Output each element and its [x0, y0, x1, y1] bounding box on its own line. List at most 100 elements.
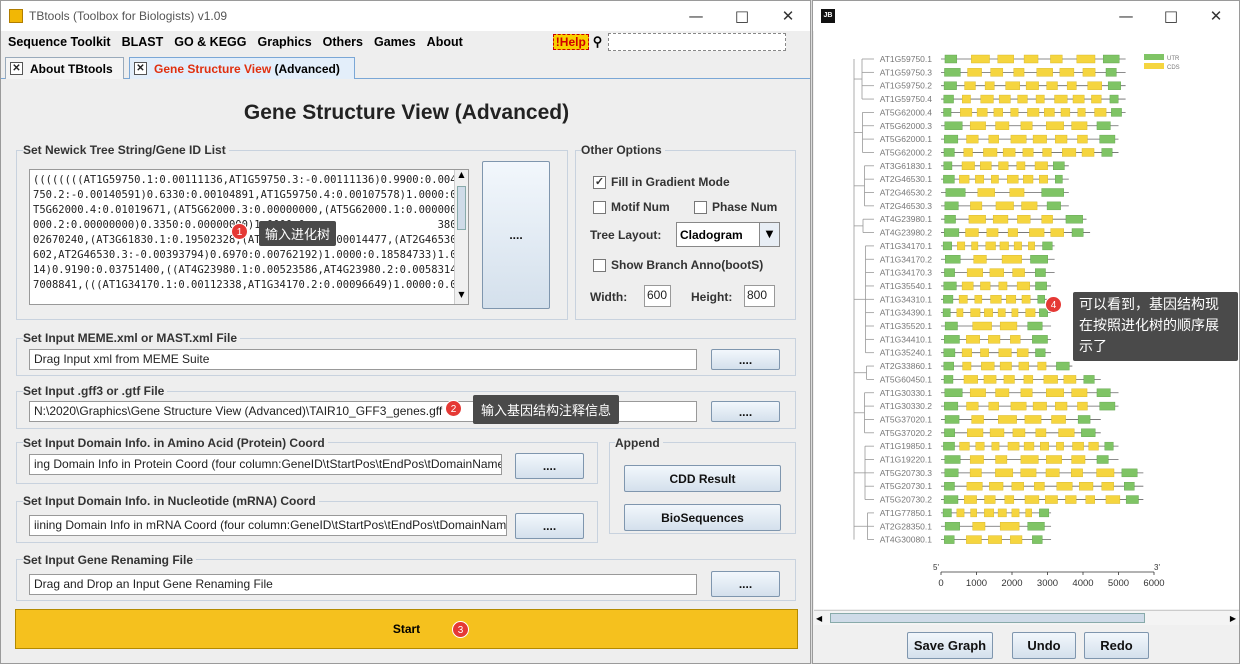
- close-icon[interactable]: ✕: [765, 1, 811, 31]
- height-label: Height:: [691, 290, 733, 304]
- minimize-icon[interactable]: —: [673, 1, 719, 31]
- width-input[interactable]: 600: [644, 285, 671, 307]
- redo-button[interactable]: Redo: [1084, 632, 1149, 659]
- domain-mrna-input[interactable]: iining Domain Info in mRNA Coord (four c…: [29, 515, 507, 536]
- jb-logo-icon: JB: [821, 9, 835, 23]
- x-axis-tick-label: 0: [938, 578, 943, 589]
- newick-textarea[interactable]: ((((((((AT1G59750.1:0.00111136,AT1G59750…: [29, 169, 469, 305]
- fill-gradient-checkbox[interactable]: ✓ Fill in Gradient Mode: [593, 175, 730, 189]
- cds-exon: [998, 348, 1012, 357]
- cds-exon: [1004, 495, 1015, 504]
- menu-graphics[interactable]: Graphics: [257, 35, 311, 49]
- cds-exon: [1058, 428, 1075, 437]
- start-button[interactable]: Start: [15, 609, 798, 649]
- meme-browse-button[interactable]: ....: [711, 349, 780, 370]
- cds-exon: [1054, 94, 1068, 104]
- gff-browse-button[interactable]: ....: [711, 401, 780, 422]
- search-input[interactable]: [608, 33, 787, 51]
- utr-exon: [943, 228, 960, 237]
- cds-exon: [986, 228, 999, 237]
- meme-label: Set Input MEME.xml or MAST.xml File: [23, 331, 241, 345]
- cds-exon: [1012, 428, 1026, 437]
- utr-exon: [1035, 268, 1046, 277]
- legend-utr-swatch: [1144, 54, 1164, 60]
- tab-close-icon[interactable]: ✕: [134, 62, 147, 75]
- domain-mrna-label: Set Input Domain Info. in Nucleotide (mR…: [23, 494, 319, 508]
- gene-label: AT1G19220.1: [880, 455, 933, 465]
- menu-about[interactable]: About: [427, 35, 463, 49]
- cds-exon: [1028, 241, 1035, 251]
- tab-gene-structure-view[interactable]: ✕ Gene Structure View (Advanced): [129, 57, 355, 79]
- cds-exon: [1013, 68, 1025, 77]
- close-icon[interactable]: ✕: [1193, 1, 1239, 31]
- chevron-down-icon[interactable]: ▼: [759, 223, 779, 246]
- biosequences-button[interactable]: BioSequences: [624, 504, 781, 531]
- domain-mrna-browse-button[interactable]: ....: [515, 513, 584, 539]
- scroll-thumb[interactable]: [457, 186, 466, 230]
- renaming-browse-button[interactable]: ....: [711, 571, 780, 597]
- gene-label: AT4G23980.1: [880, 214, 933, 224]
- utr-exon: [944, 54, 958, 64]
- menu-sequence-toolkit[interactable]: Sequence Toolkit: [8, 35, 111, 49]
- tab-close-icon[interactable]: ✕: [10, 62, 23, 75]
- menu-bar: Sequence Toolkit BLAST GO & KEGG Graphic…: [1, 31, 810, 53]
- search-icon[interactable]: ⚲: [593, 34, 603, 50]
- horizontal-scrollbar[interactable]: ◀ ▶: [814, 610, 1239, 625]
- height-input[interactable]: 800: [744, 285, 775, 307]
- maximize-icon[interactable]: □: [1148, 1, 1194, 31]
- gene-label: AT4G30080.1: [880, 535, 933, 545]
- menu-blast[interactable]: BLAST: [122, 35, 164, 49]
- utr-exon: [1099, 401, 1116, 411]
- cds-exon: [995, 388, 1010, 397]
- cds-exon: [1013, 241, 1022, 251]
- utr-exon: [1102, 54, 1120, 64]
- legend-cds-swatch: [1144, 63, 1164, 69]
- tab-label-red: Gene Structure View: [154, 61, 272, 76]
- load-tree-button[interactable]: ....: [482, 161, 550, 309]
- renaming-input[interactable]: Drag and Drop an Input Gene Renaming Fil…: [29, 574, 697, 595]
- cds-exon: [1071, 468, 1083, 478]
- window-title: TBtools (Toolbox for Biologists) v1.09: [29, 9, 228, 23]
- phase-num-checkbox[interactable]: Phase Num: [694, 200, 777, 214]
- scroll-down-icon[interactable]: ▼: [455, 290, 468, 304]
- utr-exon: [943, 295, 954, 304]
- cds-exon: [962, 94, 971, 104]
- meme-input[interactable]: Drag Input xml from MEME Suite: [29, 349, 697, 370]
- domain-protein-browse-button[interactable]: ....: [515, 453, 584, 479]
- utr-exon: [1027, 321, 1043, 331]
- cds-exon: [1007, 441, 1020, 451]
- undo-button[interactable]: Undo: [1012, 632, 1076, 659]
- tree-layout-select[interactable]: Cladogram ▼: [676, 222, 780, 247]
- cds-exon: [1076, 54, 1096, 64]
- cds-exon: [1023, 441, 1035, 451]
- scroll-left-icon[interactable]: ◀: [816, 611, 822, 626]
- save-graph-button[interactable]: Save Graph: [907, 632, 993, 659]
- help-button[interactable]: !Help: [552, 34, 589, 50]
- x-axis-tick-label: 3000: [1037, 578, 1058, 589]
- utr-exon: [1071, 228, 1084, 237]
- scroll-right-icon[interactable]: ▶: [1230, 611, 1236, 626]
- cds-exon: [969, 121, 986, 130]
- menu-others[interactable]: Others: [323, 35, 363, 49]
- renaming-label: Set Input Gene Renaming File: [23, 553, 197, 567]
- scroll-up-icon[interactable]: ▲: [455, 170, 468, 184]
- cds-exon: [989, 482, 1004, 491]
- menu-go-kegg[interactable]: GO & KEGG: [174, 35, 246, 49]
- minimize-icon[interactable]: —: [1103, 1, 1149, 31]
- vertical-scrollbar[interactable]: ▲ ▼: [454, 170, 468, 304]
- maximize-icon[interactable]: □: [719, 1, 765, 31]
- cdd-result-button[interactable]: CDD Result: [624, 465, 781, 492]
- domain-protein-input[interactable]: ing Domain Info in Protein Coord (four c…: [29, 454, 502, 475]
- menu-games[interactable]: Games: [374, 35, 416, 49]
- utr-exon: [943, 495, 959, 504]
- motif-num-checkbox[interactable]: Motif Num: [593, 200, 670, 214]
- gene-label: AT2G46530.2: [880, 188, 933, 198]
- utr-exon: [1109, 94, 1119, 104]
- scroll-thumb[interactable]: [830, 613, 1145, 623]
- step-badge: 1: [231, 223, 248, 240]
- utr-exon: [1055, 174, 1063, 184]
- show-branch-checkbox[interactable]: Show Branch Anno(bootS): [593, 258, 763, 272]
- tab-about-tbtools[interactable]: ✕ About TBtools: [5, 57, 124, 79]
- cds-exon: [970, 201, 983, 211]
- cds-exon: [988, 134, 999, 144]
